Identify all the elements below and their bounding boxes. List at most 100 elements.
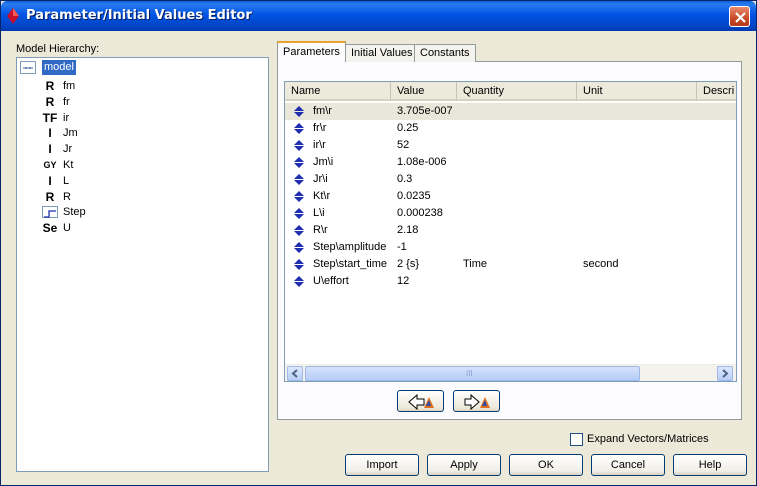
table-row[interactable]: Step\amplitude -1 <box>285 239 736 256</box>
parameter-icon <box>294 140 304 151</box>
column-header-unit[interactable]: Unit <box>577 82 697 101</box>
tree-item-fr[interactable]: Rfr <box>41 94 241 110</box>
table-row[interactable]: Jm\i 1.08e-006 <box>285 154 736 171</box>
cell-unit: second <box>583 258 619 270</box>
import-button[interactable]: Import <box>345 454 419 476</box>
table-row[interactable]: L\i 0.000238 <box>285 205 736 222</box>
tree-item-label: Jr <box>63 143 73 156</box>
scroll-thumb[interactable]: III <box>305 366 640 381</box>
cell-value: 0.0235 <box>397 190 431 202</box>
table-row[interactable]: fm\r 3.705e-007 <box>285 103 736 120</box>
table-header: Name Value Quantity Unit Descri <box>285 82 736 101</box>
move-right-button[interactable] <box>453 390 500 412</box>
tree-item-label: L <box>63 174 70 187</box>
bond-element-symbol: I <box>48 126 52 141</box>
tree-item-label: fr <box>63 95 70 108</box>
model-hierarchy-label: Model Hierarchy: <box>16 43 100 55</box>
table-row[interactable]: Step\start_time 2 {s} Time second <box>285 256 736 273</box>
bond-element-symbol: TF <box>42 110 58 125</box>
bond-element-symbol: Se <box>42 221 58 236</box>
horizontal-scrollbar[interactable]: III <box>285 364 736 381</box>
tree-item-kt[interactable]: GY Kt <box>41 157 241 173</box>
tree-item-ir[interactable]: TF ir <box>41 110 241 126</box>
tab-initial-values[interactable]: Initial Values <box>345 44 419 62</box>
parameter-icon <box>294 242 304 253</box>
cell-value: -1 <box>397 241 407 253</box>
scroll-right-button[interactable] <box>717 366 733 381</box>
parameter-icon <box>294 276 304 287</box>
cell-name: fm\r <box>313 105 332 117</box>
cell-name: L\i <box>313 207 325 219</box>
bond-element-symbol: R <box>45 94 55 109</box>
tree-item-fm[interactable]: Rfm <box>41 78 241 94</box>
cell-value: 0.000238 <box>397 207 443 219</box>
cell-name: Step\start_time <box>313 258 387 270</box>
tree-item-l[interactable]: IL <box>41 173 241 189</box>
cell-value: 52 <box>397 139 410 151</box>
cell-value: 0.25 <box>397 122 419 134</box>
tree-item-u[interactable]: Se U <box>41 220 241 236</box>
close-icon <box>735 12 746 23</box>
cell-name: R\r <box>313 224 328 236</box>
expand-vectors-checkbox[interactable] <box>570 433 583 446</box>
tree-item-step[interactable]: Step <box>41 204 241 220</box>
table-row[interactable]: U\effort 12 <box>285 273 736 290</box>
bond-element-symbol: I <box>48 173 52 188</box>
tab-constants[interactable]: Constants <box>414 44 476 62</box>
parameter-icon <box>294 123 304 134</box>
tree-item-label: Step <box>63 206 86 219</box>
table-row[interactable]: ir\r 52 <box>285 137 736 154</box>
tree-item-label: ir <box>63 111 70 124</box>
tab-parameters[interactable]: Parameters <box>277 41 346 62</box>
cell-value: 2 {s} <box>397 258 420 270</box>
app-icon <box>7 8 19 24</box>
cell-value: 2.18 <box>397 224 419 236</box>
model-hierarchy-tree[interactable]: model Rfm Rfr TF ir I Jm I Jr GY Kt I L R R Step Se U <box>16 57 269 472</box>
help-button[interactable]: Help <box>673 454 747 476</box>
parameter-icon <box>294 157 304 168</box>
arrow-right-icon <box>722 369 729 378</box>
table-row[interactable]: Jr\i 0.3 <box>285 171 736 188</box>
move-left-button[interactable] <box>397 390 444 412</box>
parameters-table[interactable]: Name Value Quantity Unit Descri III fm\r… <box>284 81 737 382</box>
expand-vectors-label[interactable]: Expand Vectors/Matrices <box>587 433 709 445</box>
apply-button[interactable]: Apply <box>427 454 501 476</box>
cell-value: 12 <box>397 275 410 287</box>
tree-item-jm[interactable]: I Jm <box>41 125 241 141</box>
parameter-icon <box>294 225 304 236</box>
cell-value: 1.08e-006 <box>397 156 447 168</box>
model-icon <box>20 61 36 74</box>
cell-quantity: Time <box>463 258 488 270</box>
ok-button[interactable]: OK <box>509 454 583 476</box>
parameter-icon <box>294 191 304 202</box>
tree-item-label: Jm <box>63 127 78 140</box>
tree-item-r[interactable]: RR <box>41 189 241 205</box>
column-header-quantity[interactable]: Quantity <box>457 82 577 101</box>
cell-name: Jm\i <box>313 156 334 168</box>
arrow-left-icon <box>291 369 298 378</box>
tree-root-label: model <box>42 60 76 75</box>
column-header-value[interactable]: Value <box>391 82 457 101</box>
close-button[interactable] <box>729 6 750 27</box>
table-row[interactable]: fr\r 0.25 <box>285 120 736 137</box>
matlab-arrow-right-icon <box>464 394 490 410</box>
parameter-icon <box>294 208 304 219</box>
tree-item-jr[interactable]: I Jr <box>41 141 241 157</box>
parameter-icon <box>294 174 304 185</box>
table-row[interactable]: Kt\r 0.0235 <box>285 188 736 205</box>
table-row[interactable]: R\r 2.18 <box>285 222 736 239</box>
tree-item-label: R <box>63 190 71 203</box>
bond-element-symbol: I <box>48 142 52 157</box>
editor-window: Parameter/Initial Values Editor Model Hi… <box>0 0 757 486</box>
cell-name: Jr\i <box>313 173 328 185</box>
window-title: Parameter/Initial Values Editor <box>26 8 252 23</box>
cell-name: Kt\r <box>313 190 331 202</box>
tree-item-label: U <box>63 222 71 235</box>
cell-name: ir\r <box>313 139 326 151</box>
title-bar[interactable]: Parameter/Initial Values Editor <box>1 1 756 31</box>
column-header-name[interactable]: Name <box>285 82 391 101</box>
cancel-button[interactable]: Cancel <box>591 454 665 476</box>
column-header-description[interactable]: Descri <box>697 82 736 101</box>
tree-item-label: Kt <box>63 159 74 171</box>
scroll-left-button[interactable] <box>287 366 303 381</box>
